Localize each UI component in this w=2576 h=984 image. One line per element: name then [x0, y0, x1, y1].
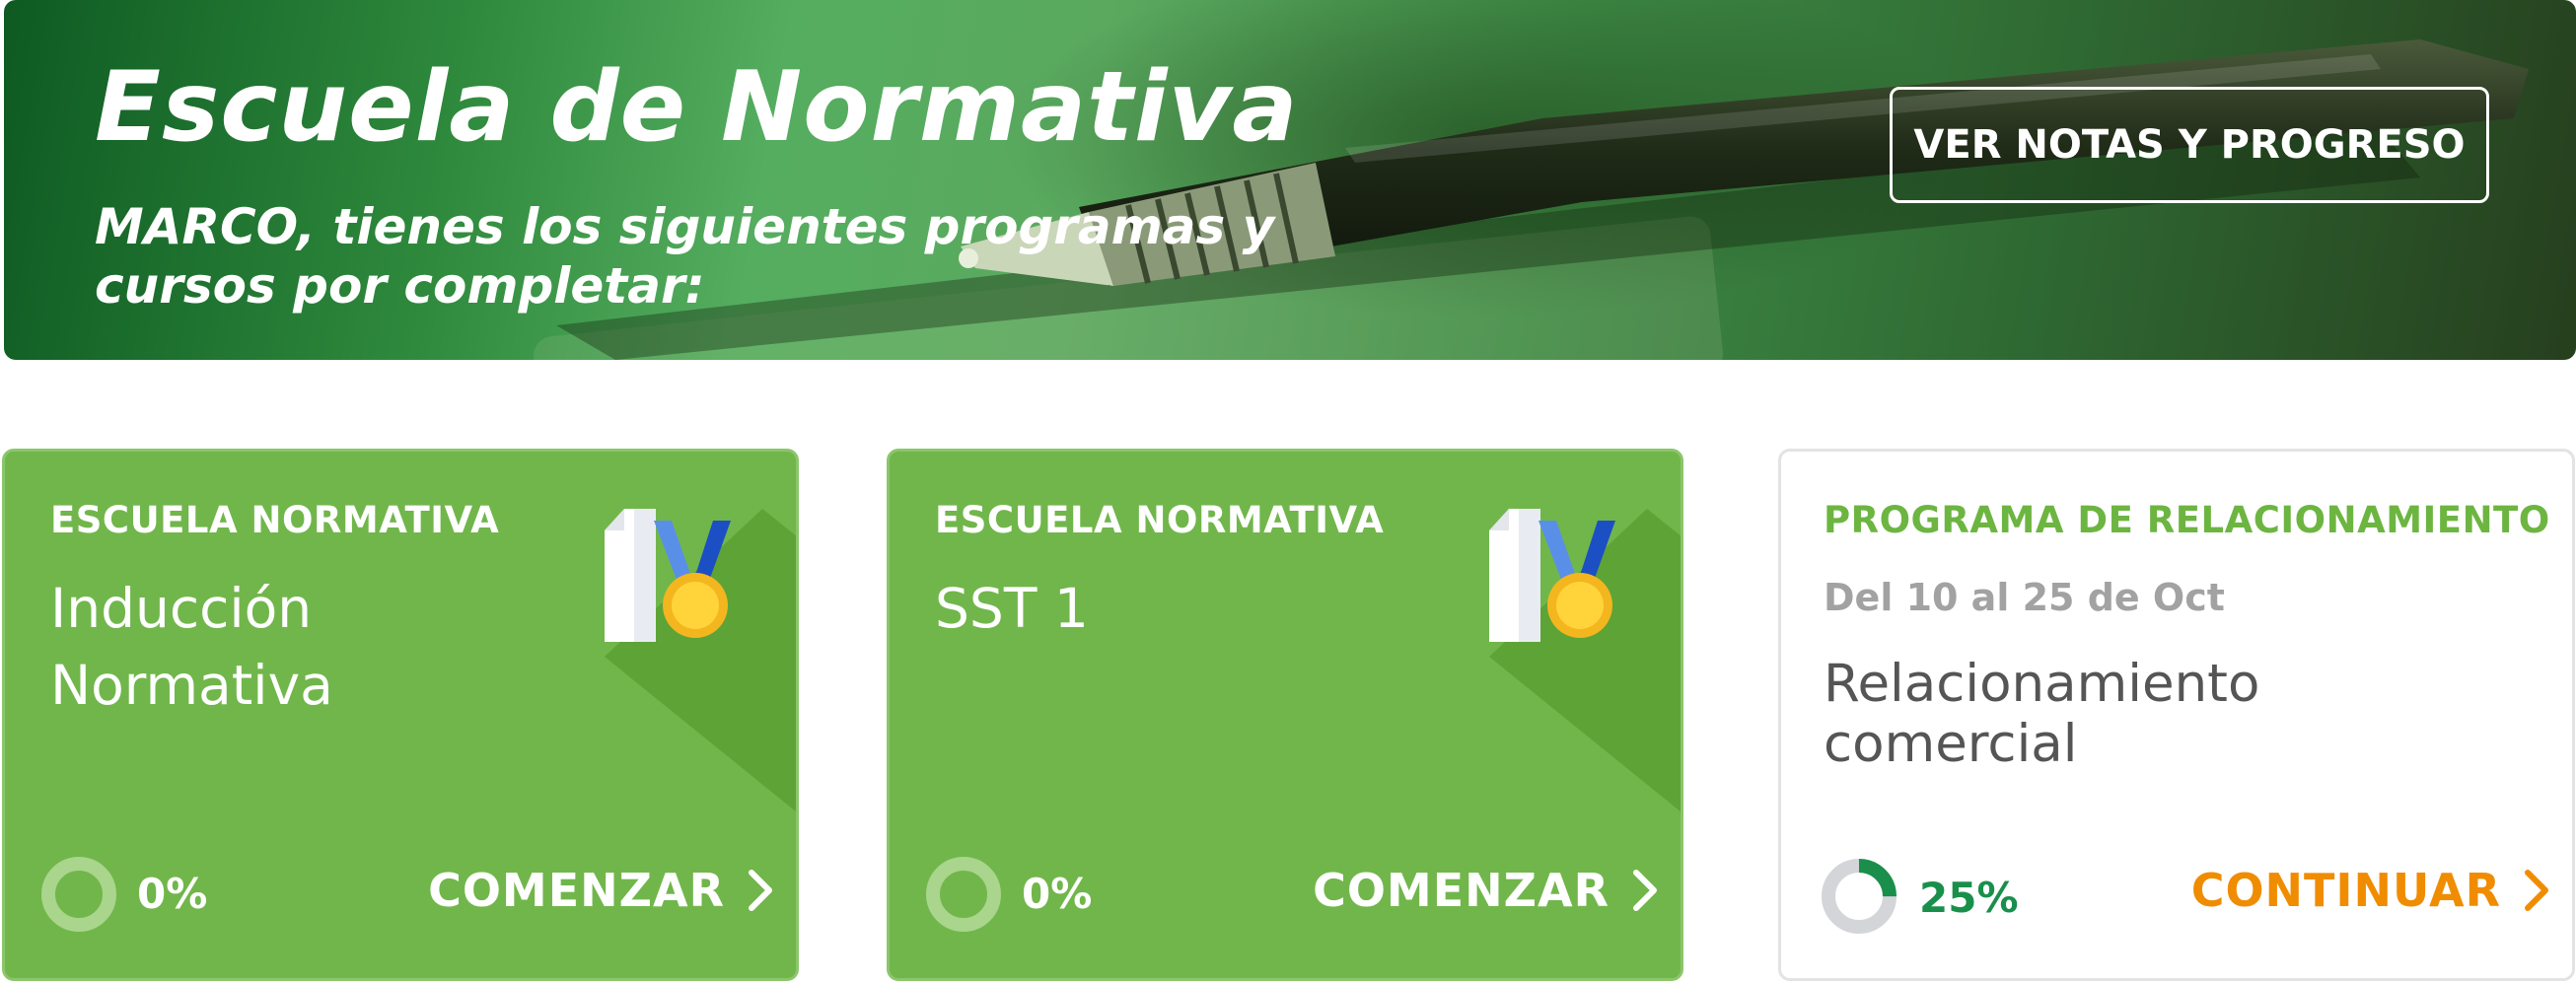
course-card-induccion-normativa[interactable]: ESCUELA NORMATIVA Inducción Normativa 0%… — [2, 449, 799, 981]
start-course-button[interactable]: COMENZAR — [1313, 864, 1659, 917]
continue-program-button[interactable]: CONTINUAR — [2191, 864, 2550, 917]
progress-percent: 0% — [1022, 870, 1093, 918]
card-category: PROGRAMA DE RELACIONAMIENTO — [1824, 499, 2550, 541]
program-card-relacionamiento-comercial[interactable]: PROGRAMA DE RELACIONAMIENTO Del 10 al 25… — [1778, 449, 2575, 981]
progress-percent: 0% — [137, 870, 208, 918]
continue-program-label: CONTINUAR — [2190, 864, 2501, 917]
card-category: ESCUELA NORMATIVA — [50, 499, 500, 541]
start-course-label: COMENZAR — [428, 864, 725, 917]
chevron-right-icon — [2525, 870, 2548, 911]
progress-percent: 25% — [1919, 874, 2019, 922]
chevron-right-icon — [1633, 870, 1657, 911]
medal-certificate-icon — [1489, 509, 1615, 642]
start-course-label: COMENZAR — [1313, 864, 1610, 917]
medal-certificate-icon — [605, 509, 731, 642]
start-course-button[interactable]: COMENZAR — [428, 864, 774, 917]
chevron-right-icon — [749, 870, 772, 911]
view-grades-progress-button[interactable]: VER NOTAS Y PROGRESO — [1890, 87, 2489, 203]
progress-ring — [1822, 859, 1896, 934]
welcome-message-line-2: cursos por completar: — [95, 257, 705, 315]
card-title: Relacionamiento comercial — [1824, 654, 2260, 774]
card-title: Inducción Normativa — [50, 577, 333, 717]
welcome-message-line-1: MARCO, tienes los siguientes programas y — [95, 198, 1275, 255]
progress-ring — [926, 857, 1001, 932]
course-card-sst-1[interactable]: ESCUELA NORMATIVA SST 1 0% COMENZAR — [887, 449, 1683, 981]
program-date-range: Del 10 al 25 de Oct — [1824, 576, 2225, 619]
card-category: ESCUELA NORMATIVA — [935, 499, 1385, 541]
page-title: Escuela de Normativa — [95, 51, 1299, 164]
hero-banner: Escuela de Normativa MARCO, tienes los s… — [4, 0, 2576, 360]
welcome-message: MARCO, tienes los siguientes programas y… — [95, 197, 1278, 316]
card-title: SST 1 — [935, 577, 1089, 640]
progress-ring — [41, 857, 116, 932]
